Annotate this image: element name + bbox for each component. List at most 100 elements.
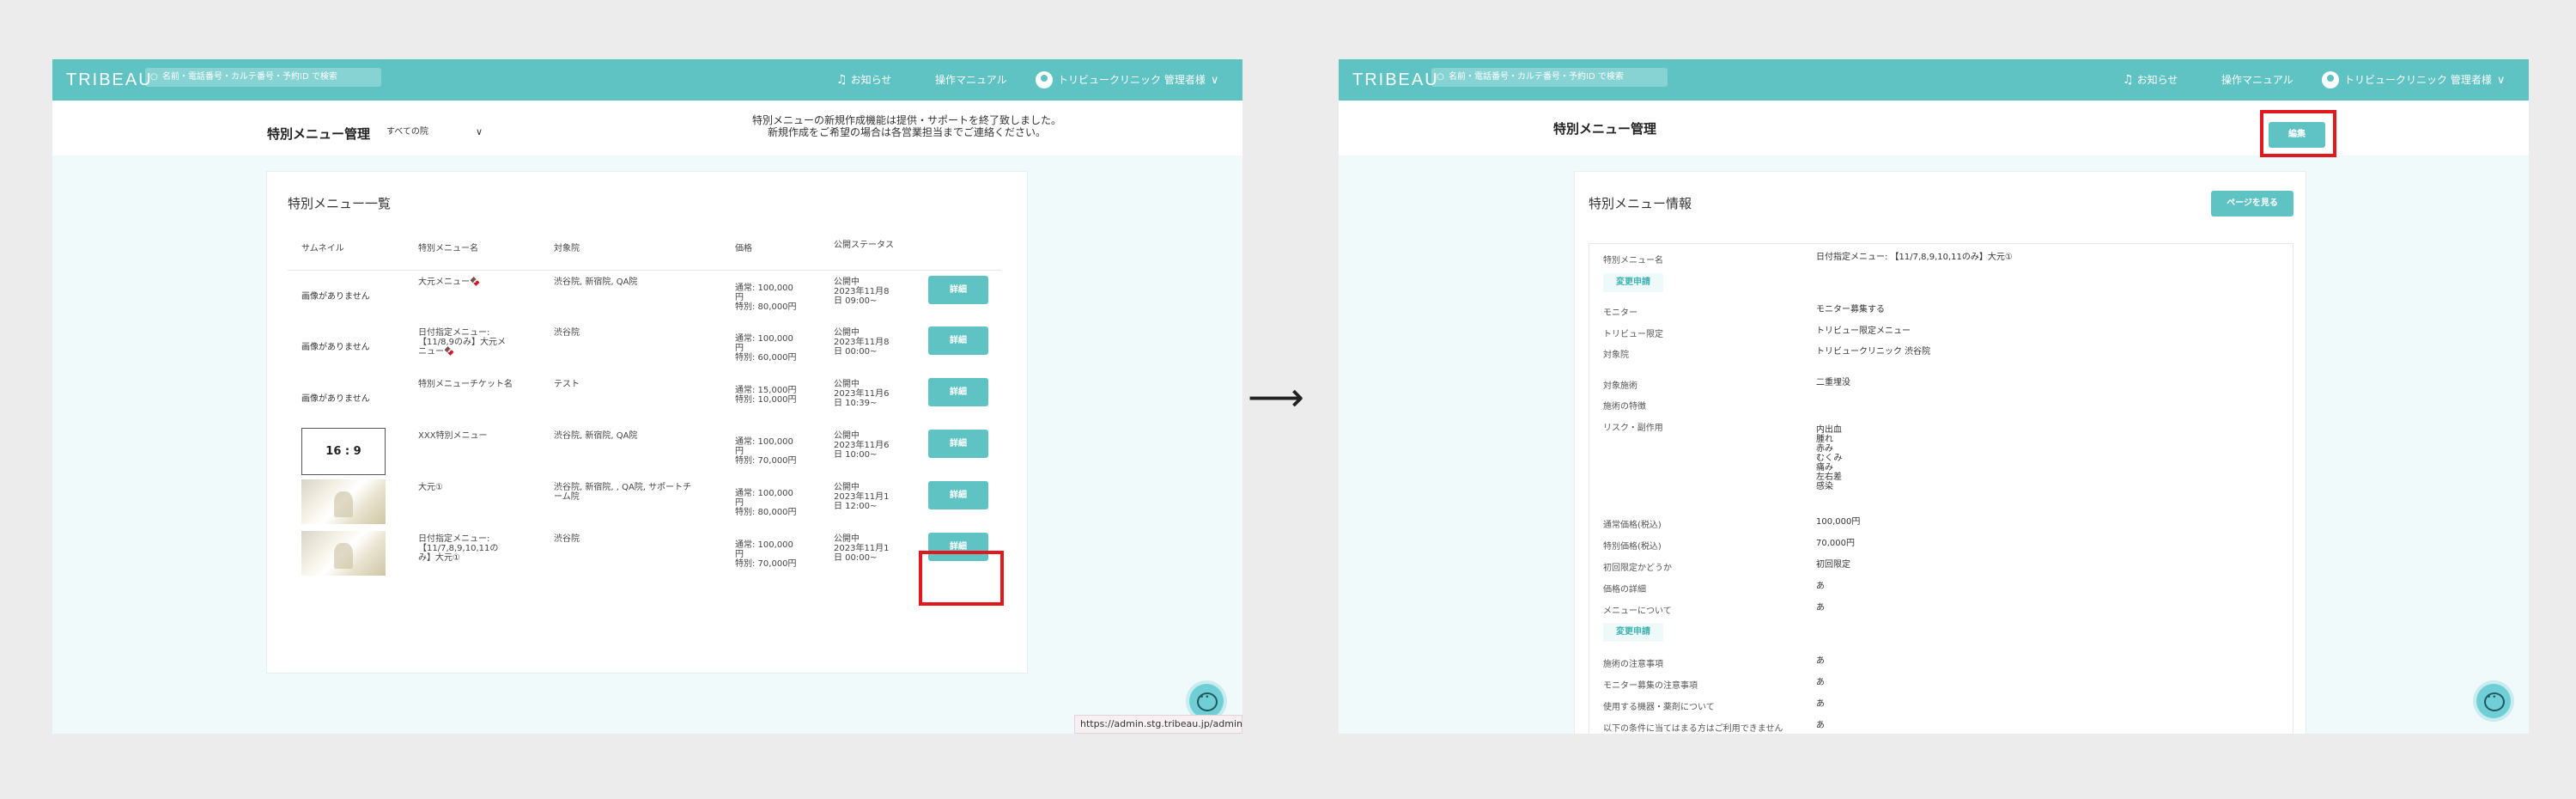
notice-link[interactable]: ♫ お知らせ [836,59,891,101]
risk-item: 腫れ [1816,435,1833,444]
menu-name-cell: XXX特別メニュー [418,431,488,441]
avatar-icon [2322,70,2339,88]
risk-item: 左右差 [1816,473,1842,482]
sub-header: 特別メニュー管理 [1339,101,2529,156]
chat-icon[interactable] [1189,684,1224,718]
menu-name-cell: 特別メニューチケット名 [418,380,513,389]
table-row: 画像がありません 日付指定メニュー: 【11/8,9のみ】大元メ ニュー🍫 渋谷院 … [288,321,1001,373]
clinic-select-value: すべての院 [386,127,428,137]
field-label: モニター募集の注意事項 [1603,681,1698,691]
detail-button[interactable]: 詳細 [928,326,988,355]
detail-button[interactable]: 詳細 [928,378,988,406]
field-value: あ [1816,603,1825,613]
field-value: あ [1816,656,1825,666]
risk-item: 感染 [1816,482,1833,491]
table-row: 大元① 渋谷院, 新宿院, , QA院, サポートチ ーム院 通常: 100,00… [288,476,1001,528]
field-label: 特別メニュー名 [1603,256,1663,265]
risk-item: むくみ [1816,454,1843,463]
change-request-button[interactable]: 変更申請 [1603,623,1663,642]
menu-name-cell: 日付指定メニュー: 【11/7,8,9,10,11の み】大元① [418,534,499,563]
search-input[interactable]: ○ 名前・電話番号・カルテ番号・予約ID で検索 [145,68,381,87]
clinic-cell: 渋谷院, 新宿院, , QA院, サポートチ ーム院 [554,483,692,502]
risk-item: 痛み [1816,463,1833,473]
detail-button[interactable]: 詳細 [928,481,988,509]
search-icon: ○ [150,72,158,82]
no-image-label: 画像がありません [301,291,370,302]
status-url: https://admin.stg.tribeau.jp/admin [1074,715,1242,734]
page-title: 特別メニュー管理 [1553,121,1657,137]
status-cell: 公開中 2023年11月6 日 10:39~ [834,380,890,408]
brand-logo[interactable]: TRIBEAU [1352,70,1439,90]
change-request-button[interactable]: 変更申請 [1603,273,1663,292]
field-value: 100,000円 [1816,517,1861,527]
deprecation-notice: 特別メニューの新規作成機能は提供・サポートを終了致しました。 新規作成をご希望の… [726,114,1087,138]
field-value: 二重埋没 [1816,378,1850,387]
column-header: 価格 [735,234,834,271]
field-label: 通常価格(税込) [1603,521,1662,530]
user-menu[interactable]: トリビュークリニック 管理者様 ∨ [2322,59,2505,101]
card-title: 特別メニュー一覧 [288,196,392,211]
notice-label: お知らせ [2136,74,2178,86]
status-cell: 公開中 2023年11月8 日 09:00~ [834,277,890,306]
clinic-cell: テスト [554,380,580,389]
notice-link[interactable]: ♫ お知らせ [2123,59,2178,101]
menu-list-card: 特別メニュー一覧 サムネイル 特別メニュー名 対象院 価格 公開ステータス 画像… [266,171,1028,674]
price-cell: 通常: 100,000 円特別: 60,000円 [735,334,797,363]
detail-button[interactable]: 詳細 [928,430,988,458]
table-row: 画像がありません 特別メニューチケット名 テスト 通常: 15,000円 特別: … [288,373,1001,424]
card-title: 特別メニュー情報 [1589,196,1692,211]
no-image-label: 画像がありません [301,394,370,404]
search-input[interactable]: ○ 名前・電話番号・カルテ番号・予約ID で検索 [1431,68,1668,87]
menu-info-card: 特別メニュー情報 ページを見る 特別メニュー名 日付指定メニュー: 【11/7,… [1574,171,2306,734]
clinic-cell: 渋谷院, 新宿院, QA院 [554,277,638,287]
user-menu[interactable]: トリビュークリニック 管理者様 ∨ [1036,59,1218,101]
field-label: モニター [1603,308,1637,318]
manual-link[interactable]: 操作マニュアル [935,59,1007,101]
field-value: あ [1816,699,1825,709]
clinic-cell: 渋谷院 [554,534,580,544]
info-panel: 特別メニュー名 日付指定メニュー: 【11/7,8,9,10,11のみ】大元① … [1589,243,2293,734]
detail-button[interactable]: 詳細 [928,275,988,304]
field-label: 価格の詳細 [1603,585,1646,595]
status-cell: 公開中 2023年11月6 日 10:00~ [834,431,890,460]
highlight-box [919,551,1004,606]
price-cell: 通常: 100,000 円特別: 70,000円 [735,437,797,466]
price-cell: 通常: 100,000 円特別: 80,000円 [735,283,797,312]
chevron-down-icon: ∨ [2496,74,2506,87]
right-arrow-icon: ⟶ [1248,374,1304,420]
user-label: トリビュークリニック 管理者様 [2344,74,2492,86]
clinic-select[interactable]: すべての院 ∨ [380,121,491,143]
price-cell: 通常: 15,000円 特別: 10,000円 [735,386,797,405]
field-label: 対象院 [1603,351,1629,360]
notice-label: お知らせ [850,74,892,86]
sub-header: 特別メニュー管理 すべての院 ∨ 特別メニューの新規作成機能は提供・サポートを終… [52,101,1242,156]
field-value: 70,000円 [1816,539,1855,548]
field-label: 施術の特徴 [1603,402,1646,412]
field-label: 使用する機器・薬剤について [1603,703,1715,712]
bell-icon: ♫ [2123,73,2134,87]
brand-logo[interactable]: TRIBEAU [66,70,153,90]
status-cell: 公開中 2023年11月8 日 00:00~ [834,328,890,357]
risk-list: 内出血 腫れ 赤み むくみ 痛み 左右差 感染 [1816,420,1842,491]
menu-table: サムネイル 特別メニュー名 対象院 価格 公開ステータス 画像がありません 大元… [288,234,1001,579]
table-row: 16 : 9 XXX特別メニュー 渋谷院, 新宿院, QA院 通常: 100,0… [288,424,1001,476]
notice-line-2: 新規作成をご希望の場合は各営業担当までご連絡ください。 [767,126,1046,138]
search-placeholder: 名前・電話番号・カルテ番号・予約ID で検索 [162,72,337,82]
field-label: メニューについて [1603,607,1672,616]
bell-icon: ♫ [836,73,848,87]
field-value: 日付指定メニュー: 【11/7,8,9,10,11のみ】大元① [1816,253,2013,262]
search-icon: ○ [1437,72,1444,82]
thumbnail-image [301,479,386,524]
clinic-cell: 渋谷院, 新宿院, QA院 [554,431,638,441]
clinic-cell: 渋谷院 [554,328,580,338]
chat-icon[interactable] [2476,684,2511,718]
field-value: モニター募集する [1816,305,1885,314]
manual-link[interactable]: 操作マニュアル [2221,59,2293,101]
field-label: 対象施術 [1603,381,1637,391]
highlight-box [2260,110,2336,157]
column-header: サムネイル [301,234,418,271]
field-label: 施術の注意事項 [1603,660,1663,669]
table-row: 画像がありません 大元メニュー🍫 渋谷院, 新宿院, QA院 通常: 100,0… [288,270,1001,321]
view-page-button[interactable]: ページを見る [2211,191,2293,217]
chevron-down-icon: ∨ [1210,74,1219,87]
